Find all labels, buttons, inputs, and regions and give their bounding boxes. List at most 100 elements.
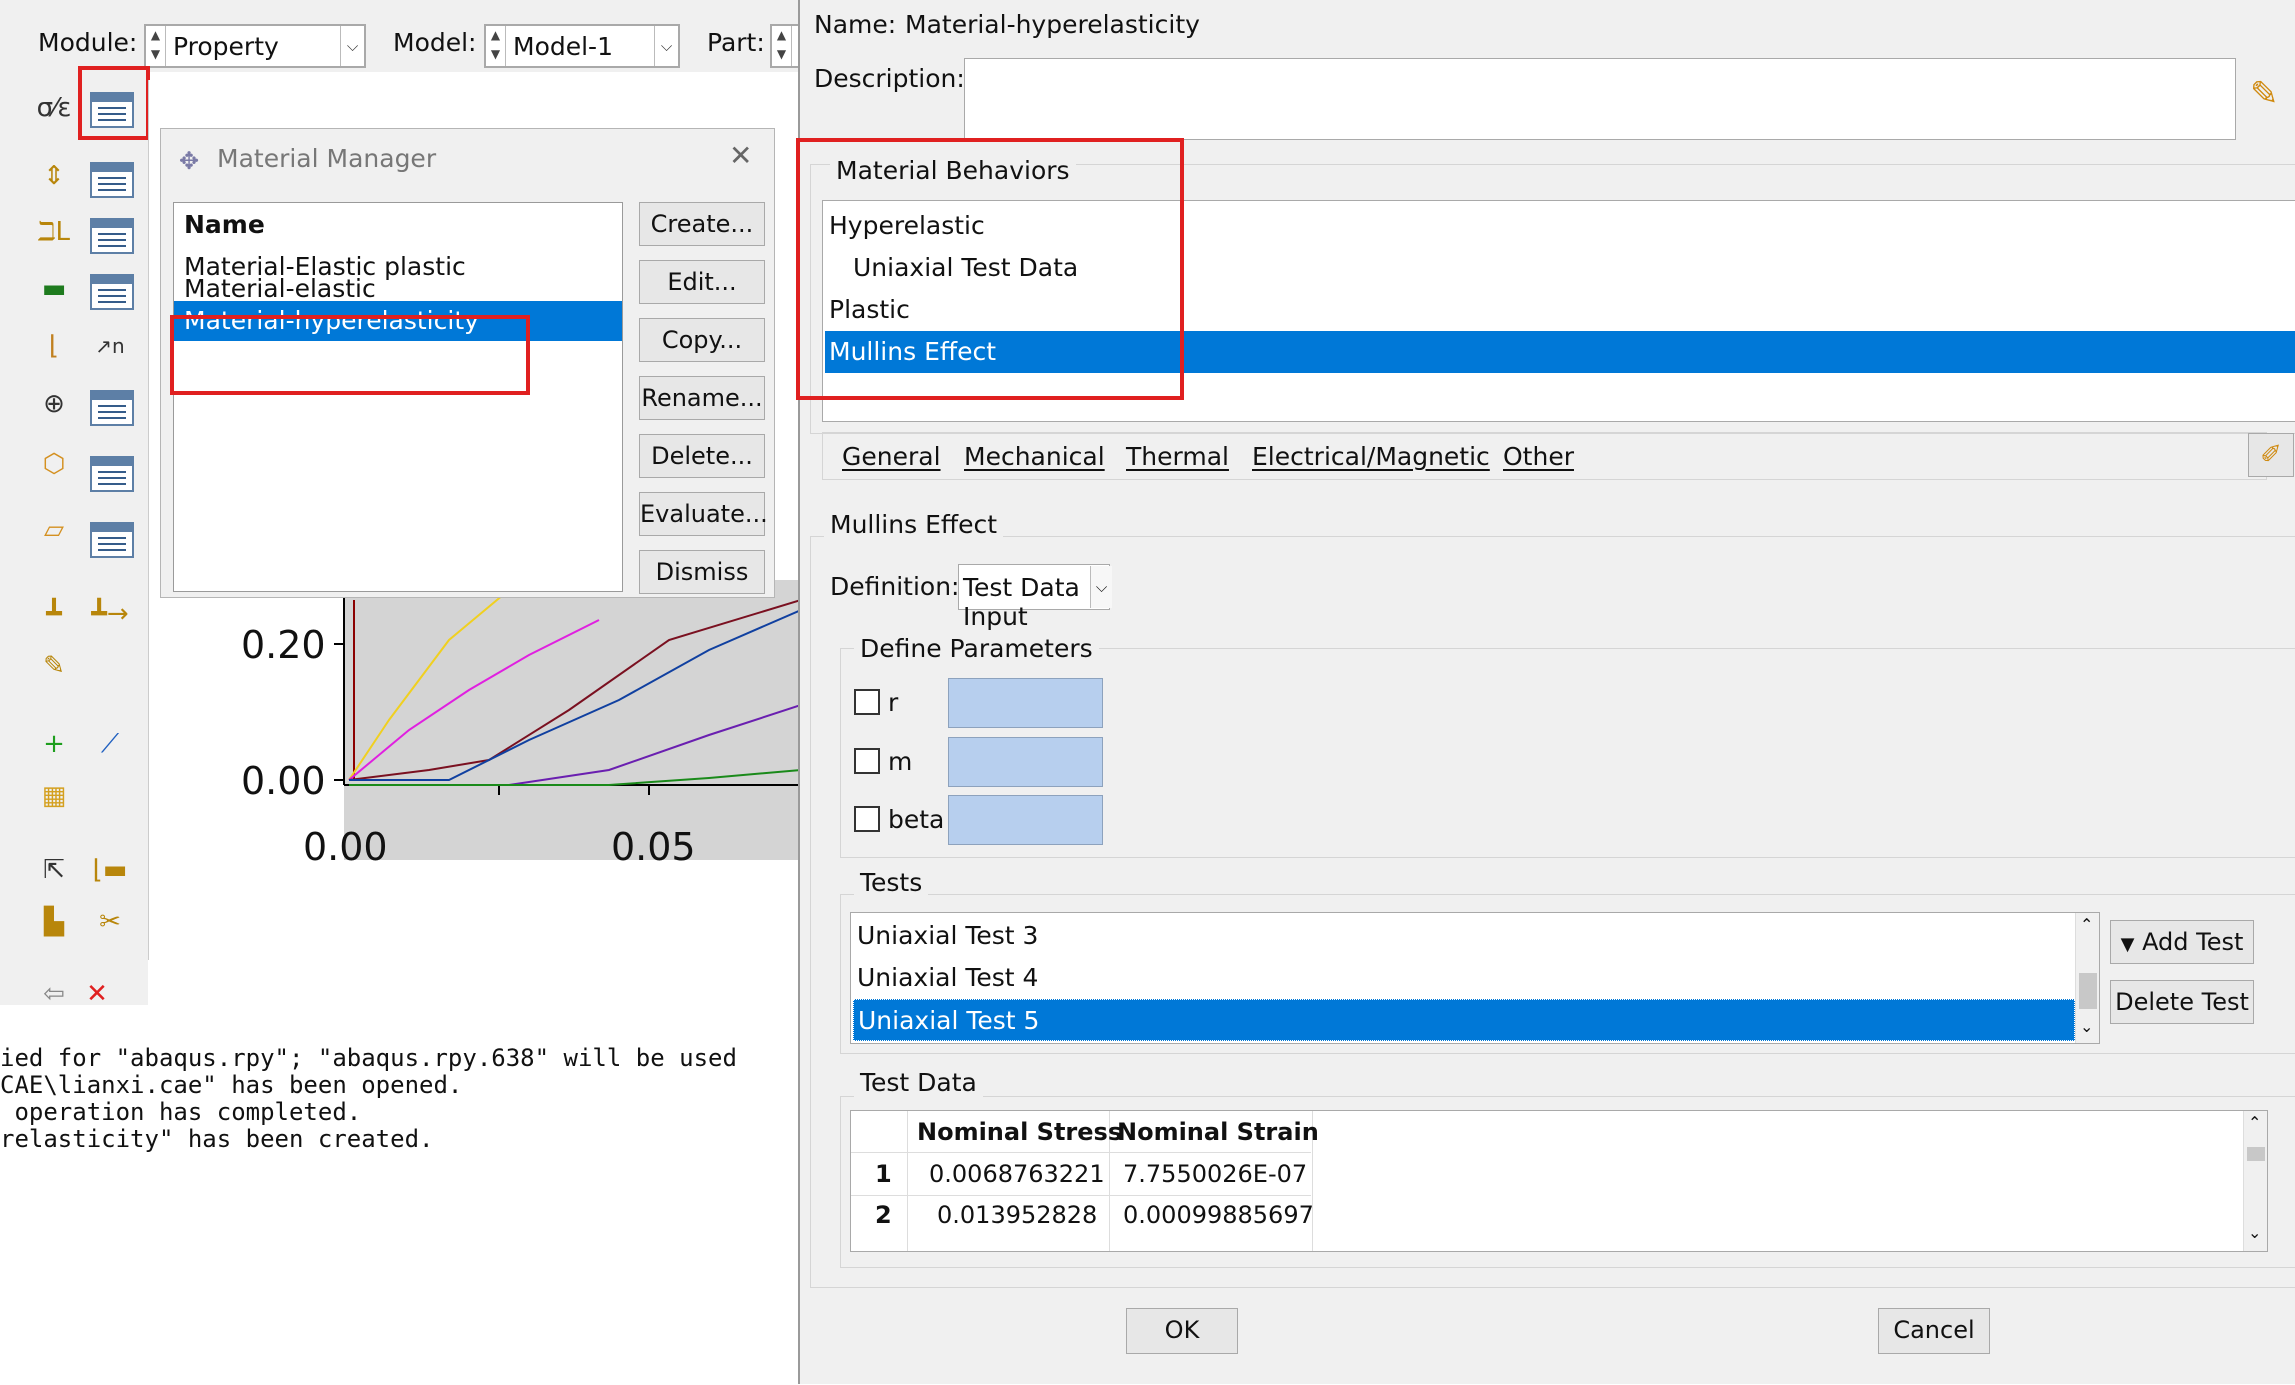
create-stringer-icon[interactable]: ▱ <box>32 508 76 552</box>
test-item[interactable]: Uniaxial Test 3 <box>851 915 2075 957</box>
table-cell[interactable]: 0.00099885697 <box>1123 1201 1314 1229</box>
scroll-up-icon[interactable]: ⌃ <box>2080 915 2093 934</box>
eraser-icon[interactable]: ✐ <box>2248 433 2294 477</box>
tests-scrollbar[interactable]: ⌃ ⌄ <box>2075 913 2099 1043</box>
param-beta-field[interactable] <box>948 795 1103 845</box>
create-datum-plane-icon[interactable]: ▦ <box>32 774 76 818</box>
tests-title: Tests <box>854 868 929 897</box>
delete-button[interactable]: Delete... <box>639 434 765 478</box>
param-r-field[interactable] <box>948 678 1103 728</box>
definition-value: Test Data Input <box>963 573 1080 631</box>
y-tick-label: 0.00 <box>241 759 326 803</box>
partition-cut-icon[interactable]: ✂ <box>88 900 132 944</box>
module-toolbar: Module: ▲ ▼ Property ⌵ Model: ▲ ▼ Model-1 … <box>0 0 800 72</box>
material-name-value: Material-hyperelasticity <box>905 10 1200 39</box>
partition-cell-icon[interactable]: ▙ <box>32 900 76 944</box>
model-combo[interactable]: ▲ ▼ Model-1 ⌵ <box>484 24 680 68</box>
manager-icon: ✥ <box>179 147 200 175</box>
pencil-icon[interactable]: ✎ <box>2250 74 2279 114</box>
message-area: ied for "abaqus.rpy"; "abaqus.rpy.638" w… <box>0 1005 800 1385</box>
rename-button[interactable]: Rename... <box>639 376 765 420</box>
close-icon[interactable]: ✕ <box>729 139 752 172</box>
menu-thermal[interactable]: Thermal <box>1126 442 1229 471</box>
create-datum-axis-icon[interactable]: ⟋ <box>88 722 132 766</box>
column-header-stress: Nominal Stress <box>917 1118 1123 1146</box>
row-index: 1 <box>875 1160 892 1188</box>
param-beta-checkbox[interactable] <box>854 806 880 832</box>
module-value: Property <box>173 32 279 61</box>
module-combo[interactable]: ▲ ▼ Property ⌵ <box>144 24 366 68</box>
message-line: relasticity" has been created. <box>0 1125 434 1153</box>
create-section-icon[interactable]: ⇕ <box>32 154 76 198</box>
section-title: Mullins Effect <box>824 510 1004 539</box>
x-tick-label: 0.00 <box>303 825 388 869</box>
table-scrollbar[interactable]: ⌃ ⌄ <box>2243 1111 2267 1251</box>
evaluate-button[interactable]: Evaluate... <box>639 492 768 536</box>
name-column-header: Name <box>184 210 265 239</box>
special-inertia-icon[interactable]: ┻→ <box>88 592 132 636</box>
test-item-selected[interactable]: Uniaxial Test 5 <box>853 999 2075 1041</box>
scroll-down-icon[interactable]: ⌄ <box>2248 1223 2261 1242</box>
composite-manager-icon[interactable] <box>90 456 134 492</box>
definition-combo[interactable]: Test Data Input <box>958 564 1110 631</box>
cancel-button[interactable]: Cancel <box>1878 1308 1990 1354</box>
menu-other[interactable]: Other <box>1503 442 1574 471</box>
delete-test-button[interactable]: Delete Test <box>2110 980 2254 1024</box>
scroll-up-icon[interactable]: ⌃ <box>2248 1113 2261 1132</box>
section-manager-icon[interactable] <box>90 162 134 198</box>
message-line: ied for "abaqus.rpy"; "abaqus.rpy.638" w… <box>0 1044 737 1072</box>
create-skin-icon[interactable]: ⊕ <box>32 382 76 426</box>
table-cell[interactable]: 0.013952828 <box>937 1201 1097 1229</box>
create-datum-point-icon[interactable]: + <box>32 722 76 766</box>
description-field[interactable] <box>964 58 2236 140</box>
scroll-thumb[interactable] <box>2079 973 2097 1009</box>
materials-list: Name Material-Elastic plastic Material-e… <box>173 202 623 592</box>
test-data-title: Test Data <box>854 1068 983 1097</box>
skin-manager-icon[interactable] <box>90 390 134 426</box>
row-divider <box>851 1195 1311 1196</box>
x-tick-label: 0.05 <box>611 825 696 869</box>
create-profile-icon[interactable]: ℶL <box>32 210 76 254</box>
create-composite-icon[interactable]: ⬡ <box>32 442 76 486</box>
create-material-icon[interactable]: σ⁄ε <box>32 86 76 130</box>
ok-button[interactable]: OK <box>1126 1308 1238 1354</box>
triangle-down-icon: ▼ <box>2120 934 2135 955</box>
profile-manager-icon[interactable] <box>90 218 134 254</box>
special-icon[interactable]: ┻ <box>32 592 76 636</box>
chevron-down-icon: ⌵ <box>340 26 364 66</box>
dismiss-button[interactable]: Dismiss <box>639 550 765 594</box>
edit-button[interactable]: Edit... <box>639 260 765 304</box>
assign-orientation-icon[interactable]: ⌊ <box>32 324 76 368</box>
scroll-thumb[interactable] <box>2247 1147 2265 1161</box>
description-label: Description: <box>814 64 965 93</box>
query-icon[interactable]: ⇱ <box>32 848 76 892</box>
part-combo[interactable]: ▲ ▼ <box>770 24 800 68</box>
add-test-button[interactable]: ▼ Add Test <box>2110 920 2254 964</box>
scroll-down-icon[interactable]: ⌄ <box>2080 1017 2093 1036</box>
table-cell[interactable]: 7.7550026E-07 <box>1123 1160 1307 1188</box>
column-header-strain: Nominal Strain <box>1117 1118 1319 1146</box>
section-assignment-manager-icon[interactable] <box>90 274 134 310</box>
module-label: Module: <box>38 28 138 57</box>
special-skin-icon[interactable]: ✎ <box>32 644 76 688</box>
chevron-down-icon[interactable]: ⌵ <box>1090 566 1112 608</box>
param-m-field[interactable] <box>948 737 1103 787</box>
chevron-down-icon: ⌵ <box>654 26 678 66</box>
model-value: Model-1 <box>513 32 613 61</box>
assign-normal-icon[interactable]: ↗n <box>88 324 132 368</box>
menu-electrical-magnetic[interactable]: Electrical/Magnetic <box>1252 442 1490 471</box>
menu-mechanical[interactable]: Mechanical <box>964 442 1105 471</box>
param-r-checkbox[interactable] <box>854 689 880 715</box>
definition-label: Definition: <box>830 572 960 601</box>
stringer-manager-icon[interactable] <box>90 522 134 558</box>
param-m-checkbox[interactable] <box>854 748 880 774</box>
assign-section-icon[interactable]: ▬ <box>32 267 76 311</box>
table-cell[interactable]: 0.0068763221 <box>929 1160 1105 1188</box>
list-item[interactable]: Material-elastic <box>174 275 622 303</box>
create-button[interactable]: Create... <box>639 202 765 246</box>
menu-general[interactable]: General <box>842 442 941 471</box>
copy-button[interactable]: Copy... <box>639 318 765 362</box>
partition-icon[interactable]: ⌊▬ <box>88 848 132 892</box>
y-tick-label: 0.20 <box>241 623 326 667</box>
test-item[interactable]: Uniaxial Test 4 <box>851 957 2075 999</box>
